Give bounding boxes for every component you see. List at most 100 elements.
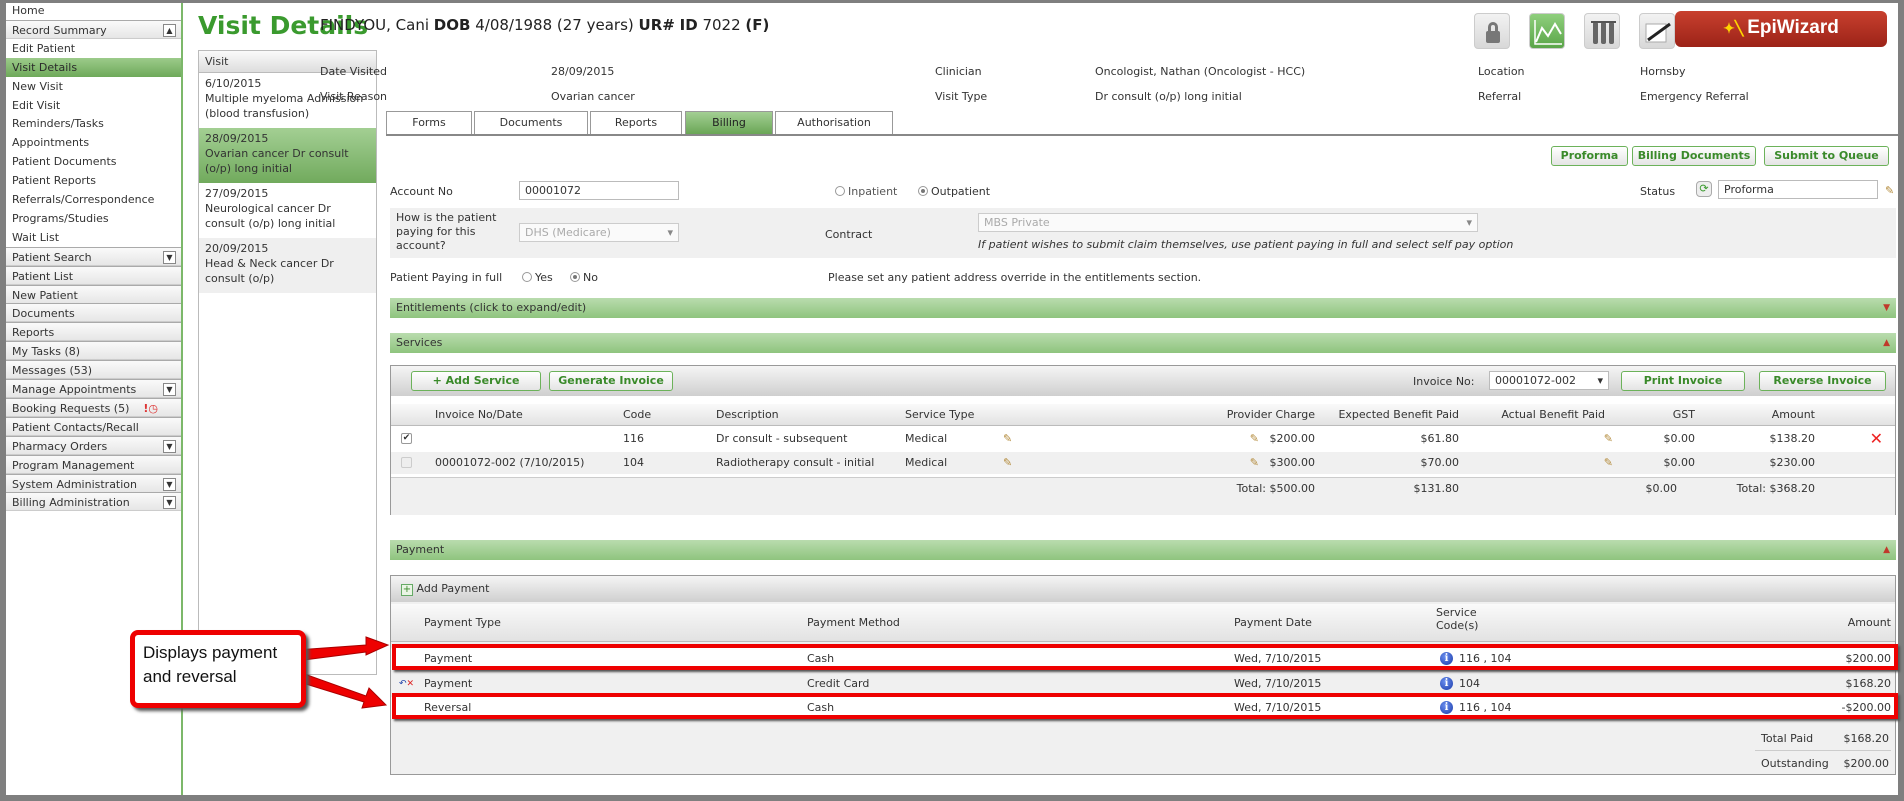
- sidebar-item-reminders-tasks[interactable]: Reminders/Tasks: [6, 114, 182, 133]
- services-bar[interactable]: Services ▲: [390, 333, 1896, 353]
- column-header: Code: [623, 408, 652, 421]
- sidebar-item-new-patient[interactable]: New Patient: [6, 284, 182, 304]
- column-header: Payment Type: [424, 616, 501, 629]
- sidebar-item-label: Wait List: [12, 230, 60, 244]
- sidebar-item-reports[interactable]: Reports: [6, 322, 182, 342]
- services-header-row: Invoice No/Date Code Description Service Ty…: [391, 404, 1895, 426]
- sidebar-item-patient-documents[interactable]: Patient Documents: [6, 152, 182, 171]
- paying-full-yes-radio[interactable]: Yes: [522, 271, 553, 284]
- add-payment-button[interactable]: + Add Payment: [401, 582, 489, 596]
- sidebar-item-patient-list[interactable]: Patient List: [6, 265, 182, 285]
- amount: $138.20: [1769, 432, 1816, 445]
- sidebar-item-visit-details[interactable]: Visit Details: [6, 57, 182, 77]
- sidebar-item-programs-studies[interactable]: Programs/Studies: [6, 209, 182, 228]
- location: Hornsby: [1640, 65, 1686, 78]
- service-row[interactable]: 00001072-002 (7/10/2015) 104 Radiotherapy …: [391, 452, 1895, 474]
- sidebar-item-my-tasks-8[interactable]: My Tasks (8): [6, 341, 182, 361]
- sidebar-item-label: Booking Requests (5): [12, 401, 130, 415]
- sidebar-item-referrals-correspondence[interactable]: Referrals/Correspondence: [6, 190, 182, 209]
- test-tubes-icon[interactable]: [1584, 13, 1620, 49]
- chevron-down-icon[interactable]: ▼: [163, 477, 176, 491]
- edit-actual-benefit-pencil-icon[interactable]: ✎: [1604, 428, 1613, 450]
- sidebar-item-manage-appointments[interactable]: Manage Appointments ▼: [6, 379, 182, 398]
- sidebar-item-appointments[interactable]: Appointments: [6, 133, 182, 152]
- print-invoice-button[interactable]: Print Invoice: [1621, 371, 1745, 391]
- edit-status-pencil-icon[interactable]: ✎: [1885, 184, 1894, 197]
- chevron-down-icon[interactable]: ▼: [163, 496, 176, 510]
- entitlements-bar[interactable]: Entitlements (click to expand/edit) ▼: [390, 298, 1896, 318]
- proforma-button[interactable]: Proforma: [1551, 146, 1628, 166]
- epiwizard-button[interactable]: ✦╲ EpiWizard: [1675, 11, 1887, 47]
- services-toolbar: + Add Service Generate Invoice Invoice N…: [391, 366, 1895, 396]
- sidebar-item-patient-reports[interactable]: Patient Reports: [6, 171, 182, 190]
- generate-invoice-button[interactable]: Generate Invoice: [549, 371, 673, 391]
- date-visited: 28/09/2015: [551, 65, 615, 78]
- payment-row[interactable]: ↶✕ Payment Credit Card Wed, 7/10/2015 i 104 $1…: [391, 672, 1895, 695]
- column-header: Service Type: [905, 408, 975, 421]
- contract-select[interactable]: MBS Private: [978, 213, 1478, 232]
- chevron-up-icon[interactable]: ▲: [163, 23, 176, 37]
- paying-method-select[interactable]: DHS (Medicare): [519, 223, 679, 242]
- sidebar-item-patient-contacts-recall[interactable]: Patient Contacts/Recall: [6, 416, 182, 436]
- delete-service-icon[interactable]: ✕: [1870, 428, 1883, 450]
- sidebar-item-billing-administration[interactable]: Billing Administration ▼: [6, 492, 182, 512]
- invoice-no-select[interactable]: 00001072-002 ▾: [1489, 371, 1609, 390]
- sidebar-item-edit-patient[interactable]: Edit Patient: [6, 39, 182, 58]
- tab-forms[interactable]: Forms: [386, 111, 472, 134]
- sidebar-item-label: Program Management: [12, 458, 135, 472]
- billing-documents-button[interactable]: Billing Documents: [1632, 146, 1756, 166]
- submit-to-queue-button[interactable]: Submit to Queue: [1764, 146, 1889, 166]
- tab-billing[interactable]: Billing: [685, 111, 773, 134]
- sidebar-item-wait-list[interactable]: Wait List: [6, 228, 182, 247]
- edit-provider-charge-pencil-icon[interactable]: ✎: [1250, 428, 1259, 450]
- id-label: ID: [679, 16, 698, 34]
- chevron-down-icon[interactable]: ▼: [163, 439, 176, 453]
- sidebar-item-program-management[interactable]: Program Management: [6, 454, 182, 474]
- account-no-input[interactable]: 00001072: [519, 181, 679, 200]
- sidebar-item-patient-search[interactable]: Patient Search ▼: [6, 246, 182, 266]
- row-checkbox[interactable]: [401, 457, 412, 468]
- reverse-invoice-button[interactable]: Reverse Invoice: [1759, 371, 1886, 391]
- chevron-down-icon[interactable]: ▼: [163, 250, 176, 264]
- dob-label: DOB: [433, 16, 471, 34]
- visit-list-item[interactable]: 20/09/2015 Head & Neck cancer Dr consult …: [199, 238, 376, 293]
- outpatient-radio[interactable]: Outpatient: [918, 185, 990, 198]
- tab-documents[interactable]: Documents: [474, 111, 588, 134]
- visit-list-item[interactable]: 28/09/2015 Ovarian cancer Dr consult (o/p…: [199, 128, 376, 183]
- sidebar-item-pharmacy-orders[interactable]: Pharmacy Orders ▼: [6, 435, 182, 455]
- sidebar-item-label: Edit Visit: [12, 98, 61, 112]
- sign-document-icon[interactable]: [1639, 13, 1675, 49]
- sidebar-item-record-summary[interactable]: Record Summary ▲: [6, 19, 182, 39]
- tab-reports[interactable]: Reports: [590, 111, 682, 134]
- sidebar-item-label: Patient Reports: [12, 174, 96, 188]
- sidebar-item-label: Patient Contacts/Recall: [12, 420, 139, 434]
- inpatient-radio[interactable]: Inpatient: [835, 185, 897, 198]
- paying-full-no-radio[interactable]: No: [570, 271, 598, 284]
- sidebar-item-documents[interactable]: Documents: [6, 303, 182, 323]
- edit-actual-benefit-pencil-icon[interactable]: ✎: [1604, 452, 1613, 474]
- edit-service-type-pencil-icon[interactable]: ✎: [1003, 452, 1012, 474]
- info-icon[interactable]: i: [1440, 676, 1453, 690]
- service-type: Medical: [905, 432, 948, 445]
- visit-list-item[interactable]: 27/09/2015 Neurological cancer Dr consult…: [199, 183, 376, 238]
- sidebar-item-booking-requests-5[interactable]: Booking Requests (5) !◷: [6, 397, 182, 417]
- edit-provider-charge-pencil-icon[interactable]: ✎: [1250, 452, 1259, 474]
- sidebar-item-messages-53[interactable]: Messages (53): [6, 360, 182, 380]
- sidebar-item-label: Patient List: [12, 269, 74, 283]
- row-checkbox[interactable]: ✔: [401, 433, 412, 444]
- edit-service-type-pencil-icon[interactable]: ✎: [1003, 428, 1012, 450]
- chevron-down-icon[interactable]: ▼: [163, 383, 176, 396]
- sidebar-item-new-visit[interactable]: New Visit: [6, 77, 182, 96]
- lock-icon[interactable]: [1474, 13, 1510, 49]
- refresh-status-icon[interactable]: ⟳: [1696, 181, 1712, 197]
- chart-icon[interactable]: [1529, 13, 1565, 49]
- sidebar-item-edit-visit[interactable]: Edit Visit: [6, 96, 182, 115]
- visit-description: Neurological cancer Dr consult (o/p) lon…: [205, 202, 336, 230]
- add-service-button[interactable]: + Add Service: [411, 371, 541, 391]
- sidebar-item-system-administration[interactable]: System Administration ▼: [6, 473, 182, 493]
- tab-authorisation[interactable]: Authorisation: [775, 111, 893, 134]
- sidebar-item-home[interactable]: Home: [6, 1, 182, 20]
- service-row[interactable]: ✔ 116 Dr consult - subsequent Medical ✎ ✎ $200…: [391, 428, 1895, 450]
- payment-bar[interactable]: Payment ▲: [390, 540, 1896, 560]
- status-input[interactable]: Proforma: [1718, 180, 1878, 199]
